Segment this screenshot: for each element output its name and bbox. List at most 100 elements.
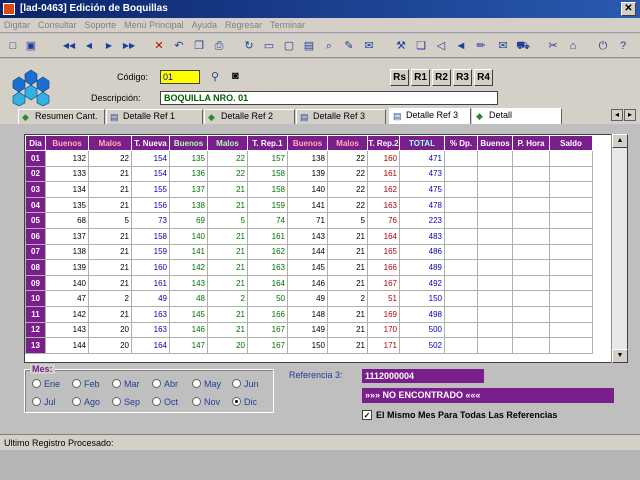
- grid-cell[interactable]: 2: [88, 290, 132, 307]
- grid-cell[interactable]: 21: [207, 259, 248, 276]
- grid-cell[interactable]: 149: [287, 321, 328, 339]
- table-row[interactable]: 07 138 21 159 141 21 162 144 21 165 486: [25, 243, 593, 261]
- grid-cell[interactable]: [477, 290, 513, 307]
- grid-cell[interactable]: 166: [367, 259, 400, 276]
- column-header-1[interactable]: Buenos: [45, 135, 89, 151]
- column-header-5[interactable]: Malos: [207, 135, 248, 151]
- grid-cell[interactable]: 10: [25, 290, 46, 307]
- grid-cell[interactable]: 144: [45, 337, 89, 354]
- codigo-input[interactable]: 01: [160, 70, 200, 84]
- grid-cell[interactable]: 165: [367, 243, 400, 261]
- column-header-12[interactable]: Buenos: [477, 135, 513, 151]
- column-header-7[interactable]: Buenos: [287, 135, 328, 151]
- grid-cell[interactable]: [477, 274, 513, 292]
- grid-cell[interactable]: 49: [287, 290, 328, 307]
- app-icon[interactable]: [3, 3, 15, 15]
- grid-cell[interactable]: [512, 305, 550, 323]
- scroll-down-button[interactable]: ▼: [612, 349, 628, 363]
- grid-cell[interactable]: [549, 212, 593, 229]
- grid-cell[interactable]: 142: [169, 259, 208, 276]
- tab-2[interactable]: ◆ Detalle Ref 2: [204, 109, 295, 124]
- grid-cell[interactable]: 13: [25, 337, 46, 354]
- grid-cell[interactable]: 138: [169, 196, 208, 214]
- grid-cell[interactable]: 164: [247, 274, 288, 292]
- grid-cell[interactable]: 498: [399, 305, 445, 323]
- radio-circle-icon[interactable]: [72, 397, 81, 406]
- grid-cell[interactable]: 164: [131, 337, 170, 354]
- grid-cell[interactable]: [549, 165, 593, 183]
- data-grid[interactable]: Dia Buenos Malos T. Nueva Buenos Malos T. Rep.…: [24, 134, 628, 363]
- grid-cell[interactable]: 47: [45, 290, 89, 307]
- mes-radio-jun[interactable]: Jun: [232, 379, 259, 390]
- grid-cell[interactable]: 139: [45, 259, 89, 276]
- radio-circle-icon[interactable]: [32, 397, 41, 406]
- grid-cell[interactable]: 22: [327, 196, 368, 214]
- grid-cell[interactable]: 483: [399, 227, 445, 245]
- grid-cell[interactable]: [512, 337, 550, 354]
- tab-3[interactable]: ▤ Detalle Ref 3: [296, 109, 386, 124]
- table-row[interactable]: 09 140 21 161 143 21 164 146 21 167 492: [25, 274, 593, 292]
- grid-cell[interactable]: 143: [45, 321, 89, 339]
- table-row[interactable]: 05 68 5 73 69 5 74 71 5 76 223: [25, 212, 593, 229]
- menu-item-5[interactable]: Regresar: [221, 18, 266, 33]
- mes-radio-mar[interactable]: Mar: [112, 379, 140, 390]
- grid-cell[interactable]: 04: [25, 196, 46, 214]
- grid-cell[interactable]: 21: [207, 321, 248, 339]
- grid-cell[interactable]: 5: [327, 212, 368, 229]
- grid-cell[interactable]: 71: [287, 212, 328, 229]
- tab-0[interactable]: ◆ Resumen Cant.: [18, 109, 105, 124]
- table-row[interactable]: 02 133 21 154 136 22 158 139 22 161 473: [25, 165, 593, 183]
- grid-cell[interactable]: [477, 321, 513, 339]
- grid-cell[interactable]: 158: [247, 165, 288, 183]
- grid-cell[interactable]: 145: [287, 259, 328, 276]
- grid-cell[interactable]: [444, 181, 478, 198]
- grid-cell[interactable]: 489: [399, 259, 445, 276]
- grid-cell[interactable]: [549, 196, 593, 214]
- grid-cell[interactable]: 22: [88, 150, 132, 167]
- table-row[interactable]: 01 132 22 154 135 22 157 138 22 160 471: [25, 150, 593, 167]
- grid-cell[interactable]: 09: [25, 274, 46, 292]
- grid-cell[interactable]: 157: [247, 150, 288, 167]
- last-icon[interactable]: ▶▶: [120, 37, 138, 55]
- radio-circle-icon[interactable]: [232, 379, 241, 388]
- grid-cell[interactable]: [549, 181, 593, 198]
- menu-item-3[interactable]: Menú Principal: [120, 18, 188, 33]
- radio-circle-icon[interactable]: [112, 397, 121, 406]
- grid-cell[interactable]: 22: [207, 150, 248, 167]
- grid-cell[interactable]: 150: [399, 290, 445, 307]
- grid-cell[interactable]: 21: [327, 337, 368, 354]
- grid-cell[interactable]: 21: [327, 305, 368, 323]
- grid-cell[interactable]: 21: [207, 181, 248, 198]
- report-button-r3[interactable]: R3: [453, 69, 472, 86]
- grid-cell[interactable]: 171: [367, 337, 400, 354]
- grid-cell[interactable]: 21: [88, 274, 132, 292]
- grid-cell[interactable]: 146: [287, 274, 328, 292]
- grid-cell[interactable]: 21: [88, 259, 132, 276]
- grid-cell[interactable]: 500: [399, 321, 445, 339]
- grid-cell[interactable]: 137: [45, 227, 89, 245]
- help-icon[interactable]: ?: [614, 37, 632, 55]
- grid-cell[interactable]: [549, 305, 593, 323]
- grid-cell[interactable]: 164: [367, 227, 400, 245]
- radio-circle-icon[interactable]: [232, 397, 241, 406]
- grid-cell[interactable]: [549, 321, 593, 339]
- grid-cell[interactable]: 141: [287, 196, 328, 214]
- grid-cell[interactable]: 69: [169, 212, 208, 229]
- grid-cell[interactable]: [512, 274, 550, 292]
- refresh-icon[interactable]: ↻: [240, 37, 258, 55]
- close-button[interactable]: ✕: [621, 2, 636, 16]
- column-header-14[interactable]: Saldo: [549, 135, 593, 151]
- grid-cell[interactable]: [549, 259, 593, 276]
- mes-radio-feb[interactable]: Feb: [72, 379, 100, 390]
- grid-cell[interactable]: [444, 274, 478, 292]
- column-header-11[interactable]: % Dp.: [444, 135, 478, 151]
- grid-cell[interactable]: [477, 196, 513, 214]
- tab-scroll-left-button[interactable]: ◂: [611, 109, 623, 121]
- grid-cell[interactable]: 2: [207, 290, 248, 307]
- grid-cell[interactable]: 21: [327, 259, 368, 276]
- grid-cell[interactable]: 167: [247, 337, 288, 354]
- grid-cell[interactable]: 158: [247, 181, 288, 198]
- grid-cell[interactable]: 51: [367, 290, 400, 307]
- grid-cell[interactable]: [477, 305, 513, 323]
- monitor-icon[interactable]: ▢: [280, 37, 298, 55]
